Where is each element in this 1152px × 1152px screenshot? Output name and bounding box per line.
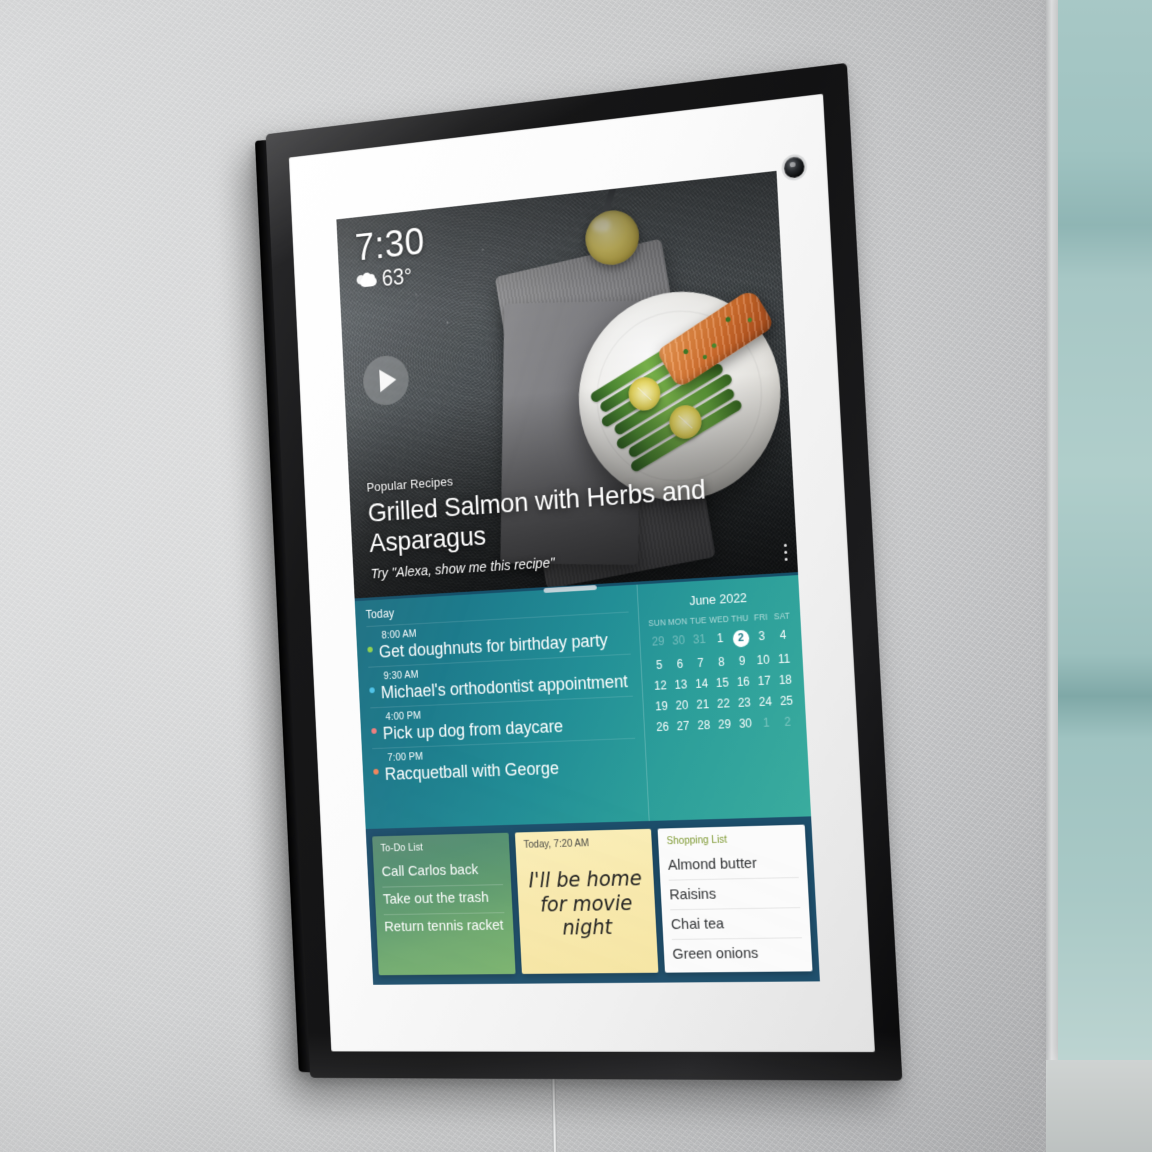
recipe-hero-card[interactable]: 7:30 63° Popular Recipes Grilled Salmon … <box>336 170 798 599</box>
calendar-day[interactable]: 20 <box>671 697 692 712</box>
calendar-weekday: TUE <box>689 615 708 626</box>
smart-display-device[interactable]: 7:30 63° Popular Recipes Grilled Salmon … <box>254 62 903 1081</box>
note-body: I'll be home for movie night <box>528 866 643 940</box>
calendar-day[interactable]: 24 <box>754 694 776 709</box>
event-dot-icon <box>369 687 375 694</box>
widget-tray: To-Do List Call Carlos back Take out the… <box>365 816 820 985</box>
todo-item[interactable]: Take out the trash <box>382 885 505 916</box>
teal-cabinet-panel <box>1058 0 1152 1060</box>
calendar-day[interactable]: 19 <box>651 698 672 713</box>
calendar-day[interactable]: 2 <box>777 714 799 729</box>
calendar-day[interactable]: 1 <box>756 715 778 730</box>
calendar-day[interactable]: 27 <box>672 718 693 733</box>
display-screen[interactable]: 7:30 63° Popular Recipes Grilled Salmon … <box>336 170 820 985</box>
calendar-day[interactable]: 29 <box>714 716 736 731</box>
calendar-day[interactable]: 6 <box>669 656 690 671</box>
temperature-value: 63° <box>381 263 413 292</box>
calendar-day[interactable]: 7 <box>690 655 711 670</box>
calendar-day[interactable]: 16 <box>732 674 754 689</box>
calendar-day[interactable]: 21 <box>692 697 713 712</box>
todo-list-heading: To-Do List <box>380 841 424 855</box>
calendar-day[interactable]: 1 <box>709 631 731 648</box>
calendar-weekday: FRI <box>753 611 769 623</box>
calendar-weekday: THU <box>730 612 749 624</box>
calendar-day[interactable]: 26 <box>652 719 673 734</box>
shopping-list-heading: Shopping List <box>666 833 728 848</box>
calendar-day-selected[interactable]: 2 <box>730 629 752 647</box>
room-scene: 7:30 63° Popular Recipes Grilled Salmon … <box>0 0 1152 1152</box>
shopping-item[interactable]: Chai tea <box>670 908 802 940</box>
calendar-day[interactable]: 3 <box>751 629 773 646</box>
calendar-weekday: SUN <box>648 617 667 629</box>
shopping-item[interactable]: Almond butter <box>667 847 799 881</box>
camera-lens-icon <box>783 155 805 179</box>
calendar-day[interactable]: 18 <box>774 672 796 687</box>
calendar-day[interactable]: 31 <box>689 632 711 649</box>
calendar-day[interactable]: 30 <box>668 633 689 650</box>
calendar-day[interactable]: 28 <box>693 717 714 732</box>
todo-list-card[interactable]: To-Do List Call Carlos back Take out the… <box>372 832 516 976</box>
play-triangle <box>378 368 397 393</box>
calendar-day[interactable]: 12 <box>650 678 671 693</box>
event-dot-icon <box>371 728 377 735</box>
cabinet-base <box>1046 1060 1152 1152</box>
agenda-panel[interactable]: Today 8:00 AM Get doughnuts for birthday… <box>354 572 812 830</box>
calendar-day[interactable]: 4 <box>772 627 794 645</box>
event-dot-icon <box>373 769 379 776</box>
calendar-day[interactable]: 23 <box>734 695 756 710</box>
calendar-day[interactable]: 17 <box>753 673 775 688</box>
calendar-day[interactable]: 29 <box>648 634 669 651</box>
agenda-events-column: Today 8:00 AM Get doughnuts for birthday… <box>355 585 649 829</box>
shopping-list-card[interactable]: Shopping List Almond butter Raisins Chai… <box>657 824 813 973</box>
calendar-day[interactable]: 11 <box>773 651 795 666</box>
shopping-item[interactable]: Raisins <box>668 877 801 911</box>
todo-item[interactable]: Call Carlos back <box>381 857 504 888</box>
calendar-day[interactable]: 22 <box>713 696 735 711</box>
calendar-grid[interactable]: SUN MON TUE WED THU FRI SAT 29 30 31 1 2 3 4 5 6 7 8 9 10 11… <box>647 610 799 734</box>
todo-item[interactable]: Return tennis racket <box>384 913 506 942</box>
calendar-weekday: MON <box>667 616 688 628</box>
calendar-widget[interactable]: June 2022 SUN MON TUE WED THU FRI SAT 29 30 31 1 2 3… <box>636 575 812 821</box>
clock-time: 7:30 <box>354 220 426 270</box>
calendar-day[interactable]: 13 <box>670 677 691 692</box>
partly-cloudy-icon <box>356 272 378 289</box>
status-cluster: 7:30 63° <box>354 220 427 295</box>
calendar-day[interactable]: 9 <box>731 653 753 668</box>
calendar-day[interactable]: 8 <box>711 654 733 669</box>
calendar-weekday: SAT <box>773 610 791 622</box>
note-timestamp: Today, 7:20 AM <box>523 837 590 851</box>
calendar-weekday: WED <box>708 613 730 625</box>
calendar-day[interactable]: 25 <box>776 693 798 708</box>
calendar-day[interactable]: 15 <box>712 675 734 690</box>
calendar-month-label: June 2022 <box>688 590 748 609</box>
shopping-item[interactable]: Green onions <box>672 938 804 968</box>
sticky-note-card[interactable]: Today, 7:20 AM I'll be home for movie ni… <box>514 828 659 974</box>
calendar-day[interactable]: 10 <box>752 652 774 667</box>
calendar-day[interactable]: 14 <box>691 676 712 691</box>
event-dot-icon <box>367 646 373 653</box>
calendar-day[interactable]: 30 <box>735 716 757 731</box>
calendar-day[interactable]: 5 <box>649 657 670 672</box>
